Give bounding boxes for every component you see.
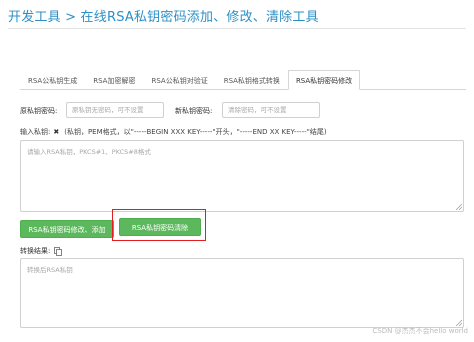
- tab-rsa-key-format-convert[interactable]: RSA私钥格式转换: [216, 70, 288, 90]
- result-label: 转换结果:: [20, 247, 51, 255]
- page-title: 开发工具 > 在线RSA私钥密码添加、修改、清除工具: [8, 10, 319, 25]
- result-placeholder: 转换后RSA私钥: [27, 266, 73, 274]
- input-key-label: 输入私钥:: [20, 128, 51, 136]
- clear-icon[interactable]: ✖: [53, 128, 59, 136]
- new-password-label: 新私钥密码:: [175, 107, 213, 115]
- input-key-row: 输入私钥: ✖ (私钥，PEM格式，以"-----BEGIN XXX KEY--…: [20, 127, 327, 137]
- old-password-input[interactable]: 原私钥无密码，可不设置: [66, 102, 164, 118]
- tab-rsa-key-password-modify[interactable]: RSA私钥密码修改: [287, 70, 361, 90]
- watermark: CSDN @杰杰不会hello world: [372, 327, 468, 335]
- tab-rsa-keygen[interactable]: RSA公私钥生成: [20, 70, 85, 90]
- tab-rsa-encrypt-decrypt[interactable]: RSA加密解密: [85, 70, 143, 90]
- highlight-box: [112, 209, 206, 241]
- title-divider: [8, 28, 466, 29]
- tab-rsa-keypair-verify[interactable]: RSA公私钥对验证: [143, 70, 215, 90]
- private-key-textarea[interactable]: 请输入RSA私钥，PKCS#1、PKCS#8格式: [20, 140, 464, 212]
- modify-password-button[interactable]: RSA私钥密码修改、添加: [20, 220, 114, 238]
- result-row: 转换结果:: [20, 246, 63, 256]
- tab-bar: RSA公私钥生成 RSA加密解密 RSA公私钥对验证 RSA私钥格式转换 RSA…: [20, 70, 361, 90]
- private-key-placeholder: 请输入RSA私钥，PKCS#1、PKCS#8格式: [27, 148, 151, 156]
- resize-handle-icon[interactable]: [456, 204, 462, 210]
- copy-icon[interactable]: [54, 246, 63, 256]
- old-password-label: 原私钥密码:: [20, 107, 58, 115]
- tabs-divider: [20, 89, 466, 90]
- new-password-input[interactable]: 清除密码，可不设置: [222, 102, 320, 118]
- input-key-hint: (私钥，PEM格式，以"-----BEGIN XXX KEY-----"开头，"…: [64, 128, 327, 136]
- result-textarea[interactable]: 转换后RSA私钥: [20, 258, 464, 328]
